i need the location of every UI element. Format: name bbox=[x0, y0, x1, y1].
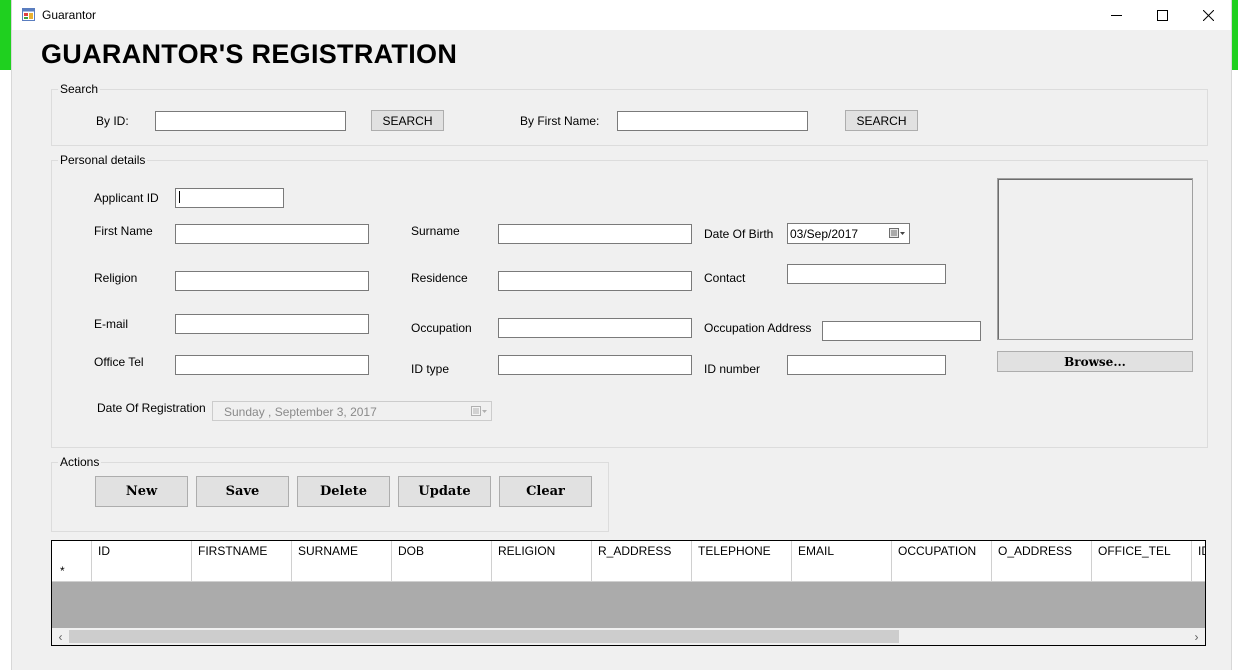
actions-legend: Actions bbox=[58, 455, 102, 469]
religion-input[interactable] bbox=[175, 271, 369, 291]
date-of-birth-label: Date Of Birth bbox=[704, 227, 774, 241]
scroll-right-icon[interactable]: › bbox=[1188, 628, 1205, 645]
grid-cell[interactable] bbox=[192, 561, 292, 582]
column-header[interactable]: OFFICE_TEL bbox=[1092, 541, 1192, 561]
grid-cell[interactable] bbox=[792, 561, 892, 582]
search-by-first-name-input[interactable] bbox=[617, 111, 808, 131]
maximize-button[interactable] bbox=[1139, 0, 1185, 30]
delete-button[interactable]: Delete bbox=[297, 476, 390, 507]
grid-cell[interactable] bbox=[292, 561, 392, 582]
search-legend: Search bbox=[58, 82, 101, 96]
guarantors-data-grid[interactable]: ID FIRSTNAME SURNAME DOB RELIGION R_ADDR… bbox=[51, 540, 1206, 646]
occupation-address-label: Occupation Address bbox=[704, 321, 812, 335]
column-header[interactable]: ID bbox=[92, 541, 192, 561]
form-app-icon bbox=[22, 8, 35, 21]
calendar-dropdown-icon bbox=[471, 406, 487, 417]
id-type-label: ID type bbox=[411, 362, 450, 376]
date-of-registration-value: Sunday , September 3, 2017 bbox=[224, 405, 377, 419]
occupation-address-input[interactable] bbox=[822, 321, 981, 341]
by-first-name-label: By First Name: bbox=[520, 114, 600, 128]
applicant-id-label: Applicant ID bbox=[94, 191, 159, 205]
date-of-birth-picker[interactable]: 03/Sep/2017 bbox=[787, 223, 910, 244]
row-header-corner bbox=[52, 541, 92, 561]
clear-button[interactable]: Clear bbox=[499, 476, 592, 507]
applicant-id-input[interactable] bbox=[175, 188, 284, 208]
date-of-birth-value: 03/Sep/2017 bbox=[790, 227, 859, 241]
column-header[interactable]: RELIGION bbox=[492, 541, 592, 561]
contact-label: Contact bbox=[704, 271, 746, 285]
search-by-first-name-button[interactable]: SEARCH bbox=[845, 110, 918, 131]
column-header[interactable]: EMAIL bbox=[792, 541, 892, 561]
maximize-icon bbox=[1156, 9, 1168, 21]
grid-cell[interactable] bbox=[92, 561, 192, 582]
grid-cell[interactable] bbox=[692, 561, 792, 582]
window-title: Guarantor bbox=[42, 8, 97, 22]
grid-cell[interactable] bbox=[992, 561, 1092, 582]
minimize-button[interactable] bbox=[1093, 0, 1139, 30]
guarantor-window: Guarantor GUARANTOR'S REGISTRATION Searc… bbox=[11, 0, 1232, 670]
residence-label: Residence bbox=[411, 271, 468, 285]
column-header[interactable]: DOB bbox=[392, 541, 492, 561]
new-button[interactable]: New bbox=[95, 476, 188, 507]
office-tel-input[interactable] bbox=[175, 355, 369, 375]
id-type-input[interactable] bbox=[498, 355, 692, 375]
scrollbar-thumb[interactable] bbox=[69, 630, 899, 643]
search-by-id-button[interactable]: SEARCH bbox=[371, 110, 444, 131]
grid-cell[interactable] bbox=[892, 561, 992, 582]
save-button[interactable]: Save bbox=[196, 476, 289, 507]
close-button[interactable] bbox=[1185, 0, 1231, 30]
email-label: E-mail bbox=[94, 317, 129, 331]
new-row[interactable]: * bbox=[52, 561, 1205, 582]
column-header[interactable]: OCCUPATION bbox=[892, 541, 992, 561]
desktop-background-left bbox=[0, 0, 11, 70]
column-header[interactable]: R_ADDRESS bbox=[592, 541, 692, 561]
religion-label: Religion bbox=[94, 271, 138, 285]
search-by-id-input[interactable] bbox=[155, 111, 346, 131]
date-of-registration-picker: Sunday , September 3, 2017 bbox=[212, 401, 492, 421]
id-number-label: ID number bbox=[704, 362, 761, 376]
first-name-label: First Name bbox=[94, 224, 153, 238]
column-header[interactable]: O_ADDRESS bbox=[992, 541, 1092, 561]
grid-cell[interactable] bbox=[1192, 561, 1205, 582]
occupation-input[interactable] bbox=[498, 318, 692, 338]
surname-input[interactable] bbox=[498, 224, 692, 244]
update-button[interactable]: Update bbox=[398, 476, 491, 507]
photo-box bbox=[997, 178, 1193, 340]
browse-button[interactable]: Browse... bbox=[997, 351, 1193, 372]
column-header[interactable]: ID bbox=[1192, 541, 1205, 561]
calendar-dropdown-icon[interactable] bbox=[889, 228, 905, 239]
date-of-registration-label: Date Of Registration bbox=[97, 401, 206, 415]
contact-input[interactable] bbox=[787, 264, 946, 284]
column-header[interactable]: TELEPHONE bbox=[692, 541, 792, 561]
minimize-icon bbox=[1110, 14, 1122, 16]
close-icon bbox=[1202, 9, 1214, 21]
surname-label: Surname bbox=[411, 224, 460, 238]
first-name-input[interactable] bbox=[175, 224, 369, 244]
grid-cell[interactable] bbox=[592, 561, 692, 582]
column-header[interactable]: FIRSTNAME bbox=[192, 541, 292, 561]
grid-header-row: ID FIRSTNAME SURNAME DOB RELIGION R_ADDR… bbox=[52, 541, 1205, 562]
residence-input[interactable] bbox=[498, 271, 692, 291]
office-tel-label: Office Tel bbox=[94, 355, 144, 369]
id-number-input[interactable] bbox=[787, 355, 946, 375]
text-cursor bbox=[179, 191, 180, 203]
title-bar[interactable]: Guarantor bbox=[12, 0, 1231, 30]
email-input[interactable] bbox=[175, 314, 369, 334]
grid-cell[interactable] bbox=[492, 561, 592, 582]
grid-cell[interactable] bbox=[392, 561, 492, 582]
by-id-label: By ID: bbox=[96, 114, 129, 128]
occupation-label: Occupation bbox=[411, 321, 472, 335]
grid-cell[interactable] bbox=[1092, 561, 1192, 582]
personal-details-legend: Personal details bbox=[58, 153, 148, 167]
horizontal-scrollbar[interactable]: ‹ › bbox=[52, 628, 1205, 645]
page-title: GUARANTOR'S REGISTRATION bbox=[41, 39, 458, 69]
scroll-left-icon[interactable]: ‹ bbox=[52, 628, 69, 645]
column-header[interactable]: SURNAME bbox=[292, 541, 392, 561]
new-row-marker: * bbox=[52, 561, 92, 582]
